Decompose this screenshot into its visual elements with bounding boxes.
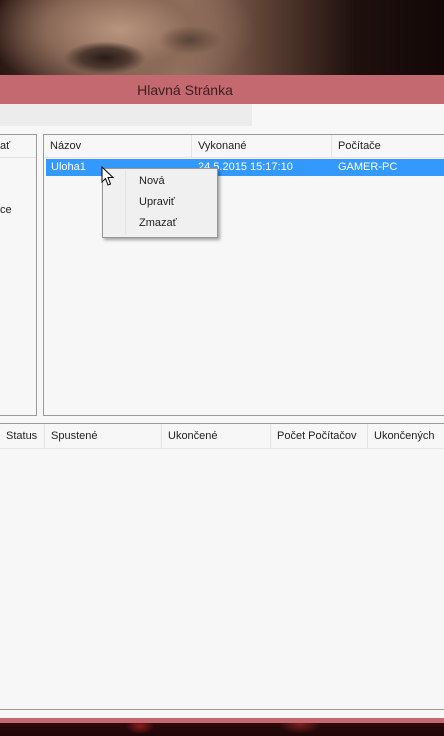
column-header-finished[interactable]: Ukončené (161, 424, 270, 448)
task-computers-cell: GAMER-PC (338, 161, 398, 173)
left-panel[interactable]: ať ce (0, 134, 37, 416)
runs-table-header: Status Spustené Ukončené Počet Počítačov… (0, 424, 444, 449)
column-header-executed[interactable]: Vykonané (191, 135, 331, 157)
wallpaper-top (0, 0, 444, 82)
tasks-list-header: Názov Vykonané Počítače (44, 135, 444, 158)
main-window: Hlavná Stránka ať ce Názov Vykonané Počí… (0, 75, 444, 723)
column-header-computer-count[interactable]: Počet Počítačov (270, 424, 367, 448)
menu-item-new[interactable]: Nová (105, 171, 215, 191)
window-title: Hlavná Stránka (137, 82, 233, 98)
title-bar[interactable]: Hlavná Stránka (0, 75, 444, 104)
window-bottom-border (0, 718, 444, 723)
menu-item-edit[interactable]: Upraviť (105, 192, 215, 212)
left-panel-header-text: ať (0, 140, 11, 152)
task-name-cell: Uloha1 (51, 161, 86, 173)
column-header-computers[interactable]: Počítače (331, 135, 444, 157)
toolbar-strip (0, 104, 252, 126)
context-menu: Nová Upraviť Zmazať (102, 168, 218, 238)
column-header-completed[interactable]: Ukončených (367, 424, 444, 448)
column-header-name[interactable]: Názov (44, 135, 191, 157)
left-panel-header: ať (0, 135, 36, 158)
window-client-area: ať ce Názov Vykonané Počítače Uloha1 24.… (0, 104, 444, 718)
column-header-started[interactable]: Spustené (44, 424, 161, 448)
runs-table[interactable]: Status Spustené Ukončené Počet Počítačov… (0, 423, 444, 710)
left-panel-item[interactable]: ce (0, 204, 12, 216)
menu-item-delete[interactable]: Zmazať (105, 213, 215, 233)
column-header-status[interactable]: Status (0, 424, 44, 448)
mouse-pointer-icon (101, 166, 115, 186)
